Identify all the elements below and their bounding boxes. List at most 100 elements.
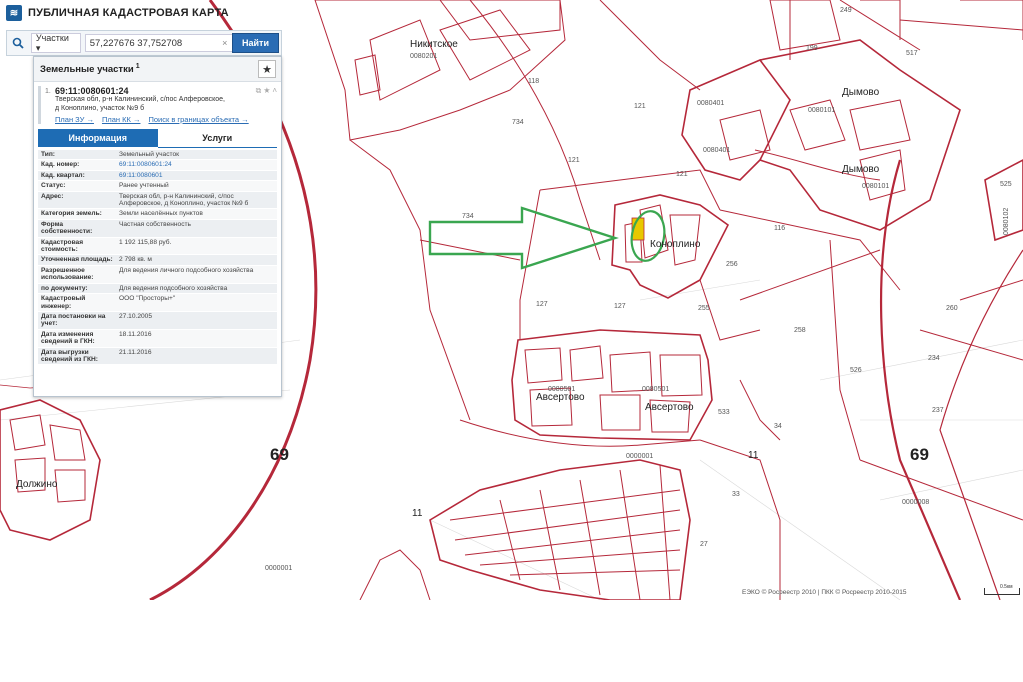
quarter-code: 0000001 [265, 565, 292, 572]
property-row: Кадастровая стоимость: 1 192 115,88 руб. [38, 237, 277, 256]
parcel-number: 234 [928, 355, 940, 362]
property-row: Дата изменения сведений в ГКН: 18.11.2016 [38, 329, 277, 348]
quarter-code: 0080401 [697, 100, 724, 107]
favorite-button[interactable]: ★ [258, 60, 276, 78]
parcel-number: 116 [774, 225, 785, 232]
property-row: Разрешенное использование: Для ведения ли… [38, 265, 277, 284]
property-row: Кадастровый инженер: ООО "Просторы+" [38, 294, 277, 312]
plan-kk-link[interactable]: План КК → [102, 115, 141, 124]
property-key: Дата постановки на учет: [41, 312, 106, 328]
property-value: Ранее учтенный [119, 182, 169, 190]
tab-services[interactable]: Услуги [157, 129, 277, 148]
property-key: Уточненная площадь: [41, 256, 113, 264]
district-number: 11 [412, 508, 423, 519]
parcel-address: Тверская обл, р-н Калининский, с/пос Алф… [55, 96, 277, 113]
parcel-number: 526 [850, 367, 862, 374]
parcel-number: 255 [698, 305, 710, 312]
property-value: 18.11.2016 [119, 330, 152, 338]
property-value: 27.10.2005 [119, 312, 153, 320]
parcel-number: 127 [536, 301, 548, 308]
place-dymovo-2: Дымово [842, 164, 880, 175]
parcel-number: 256 [726, 261, 738, 268]
property-value: 1 192 115,88 руб. [119, 238, 172, 246]
quarter-code: 0000008 [902, 499, 929, 506]
property-row: Кад. номер: 69:11:0080601:24 [38, 160, 277, 171]
parcel-number: 258 [794, 327, 806, 334]
app-header: ≋ ПУБЛИЧНАЯ КАДАСТРОВАЯ КАРТА [0, 0, 290, 26]
parcel-number: 33 [732, 491, 740, 498]
card-index: 1. [45, 88, 51, 95]
property-key: Кад. квартал: [41, 171, 85, 179]
plan-zu-link[interactable]: План ЗУ → [55, 115, 94, 124]
card-links: План ЗУ → План КК → Поиск в границах объ… [55, 115, 277, 124]
address-line: д Коноплино, участок №9 б [55, 104, 145, 112]
search-in-bounds-link[interactable]: Поиск в границах объекта → [148, 115, 248, 124]
place-nikitskoe: Никитское [410, 39, 458, 50]
property-value: Тверская обл, р-н Калининский, с/пос Алф… [119, 192, 249, 208]
quarter-code: 0080501 [642, 386, 669, 393]
scale-label: 0.5км [1000, 584, 1013, 590]
panel-header: Земельные участки 1 ★ [34, 57, 281, 82]
property-key: Форма собственности: [41, 220, 93, 236]
region-number: 69 [910, 445, 929, 464]
card-actions-icon[interactable]: ⧉ ★ ˄ [256, 86, 277, 96]
result-count: 1 [135, 62, 140, 70]
property-value[interactable]: 69:11:0080601:24 [117, 160, 277, 169]
property-key: Адрес: [41, 192, 64, 200]
property-value: 21.11.2016 [119, 348, 152, 356]
quarter-code: 0080101 [808, 107, 835, 114]
parcel-number: 249 [840, 7, 852, 14]
parcel-number: 260 [946, 305, 958, 312]
parcel-card[interactable]: 1. 69:11:0080601:24 ⧉ ★ ˄ Тверская обл, … [38, 86, 277, 124]
district-number: 11 [748, 450, 759, 461]
property-value: Для ведения личного подсобного хозяйства [119, 266, 254, 274]
parcel-number: 121 [676, 171, 688, 178]
place-avsertovo-1: Авсертово [536, 392, 585, 403]
search-bar: Участки ▾ × Найти [6, 30, 282, 56]
property-key: Категория земель: [41, 210, 102, 218]
place-avsertovo-2: Авсертово [645, 402, 694, 413]
property-row: по документу: Для ведения подсобного хозя… [38, 283, 277, 295]
panel-title-text: Земельные участки [40, 64, 134, 76]
property-key: Дата изменения сведений в ГКН: [41, 330, 95, 346]
parcel-number: 118 [528, 78, 539, 85]
property-key: по документу: [41, 284, 88, 292]
search-input[interactable] [84, 34, 235, 52]
properties-table: Тип: Земельный участок Кад. номер: 69:11:00… [38, 150, 277, 366]
property-key: Кадастровый инженер: [41, 295, 86, 310]
property-key: Статус: [41, 182, 66, 190]
clear-icon[interactable]: × [222, 38, 232, 48]
property-row: Дата выгрузки сведений из ГКН: 21.11.2016 [38, 347, 277, 366]
property-value[interactable]: 69:11:0080601 [117, 171, 277, 180]
search-type-select[interactable]: Участки ▾ [30, 33, 81, 53]
parcel-number: 734 [462, 213, 474, 220]
property-row: Дата постановки на учет: 27.10.2005 [38, 311, 277, 330]
parcel-number-title[interactable]: 69:11:0080601:24 [55, 86, 129, 96]
search-icon[interactable] [7, 32, 29, 54]
parcel-number: 237 [932, 407, 944, 414]
property-row: Адрес: Тверская обл, р-н Калининский, с/п… [38, 191, 277, 210]
tabs: Информация Услуги [38, 129, 277, 148]
quarter-code: 0080101 [862, 183, 889, 190]
quarter-code: 0000001 [626, 453, 653, 460]
property-row: Статус: Ранее учтенный [38, 181, 277, 192]
property-row: Категория земель: Земли населённых пункто… [38, 209, 277, 220]
pointer-arrow [428, 206, 619, 270]
app-title: ПУБЛИЧНАЯ КАДАСТРОВАЯ КАРТА [28, 7, 229, 19]
parcel-number: 121 [634, 103, 646, 110]
quarter-code: 0080401 [703, 147, 730, 154]
property-value: Частная собственность [119, 220, 191, 228]
quarter-code: 0080201 [410, 53, 437, 60]
place-dolzhino: Должино [16, 479, 58, 490]
place-konoplino: Коноплино [650, 239, 701, 250]
search-button[interactable]: Найти [232, 33, 279, 53]
parcel-number: 525 [1000, 181, 1012, 188]
property-row: Уточненная площадь: 2 798 кв. м [38, 255, 277, 266]
property-key: Кадастровая стоимость: [41, 238, 84, 254]
tab-info[interactable]: Информация [38, 129, 158, 147]
quarter-code: 0080102 [1003, 208, 1010, 235]
logo-icon[interactable]: ≋ [6, 5, 22, 21]
region-number: 69 [270, 445, 289, 464]
parcel-number: 533 [718, 409, 730, 416]
property-key: Кад. номер: [41, 161, 80, 169]
